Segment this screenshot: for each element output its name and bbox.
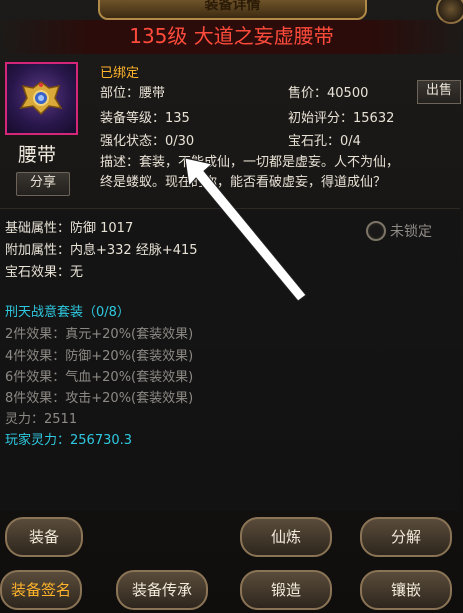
gem-effect: 宝石效果：无	[5, 265, 84, 280]
inlay-button[interactable]: 镶嵌	[360, 570, 452, 610]
equip-level-text: 装备等级：135	[100, 111, 190, 126]
sell-button[interactable]: 出售	[417, 80, 461, 104]
top-banner: 装备详情	[98, 0, 367, 20]
equip-sign-button[interactable]: 装备签名	[0, 570, 82, 610]
decompose-button[interactable]: 分解	[360, 517, 452, 557]
description-line-1: 描述：套装，不能成仙，一切都是虚妄。人不为仙，	[100, 155, 400, 170]
set-title: 刑天战意套装（0/8）	[5, 305, 130, 320]
share-button[interactable]: 分享	[16, 172, 70, 196]
forge-button[interactable]: 锻造	[240, 570, 332, 610]
item-name: 腰带	[18, 144, 57, 166]
equip-inherit-button[interactable]: 装备传承	[116, 570, 208, 610]
description-line-2: 终是蝼蚁。现在的你，能否看破虚妄，得道成仙？	[100, 175, 387, 190]
extra-attribute: 附加属性：内息+332 经脉+415	[5, 243, 198, 258]
initial-score-text: 初始评分：15632	[288, 111, 395, 126]
bound-status: 已绑定	[100, 66, 140, 81]
spirit-value: 灵力：2511	[5, 412, 78, 427]
player-spirit: 玩家灵力：256730.3	[5, 433, 133, 448]
refine-button[interactable]: 仙炼	[240, 517, 332, 557]
gem-slot-text: 宝石孔：0/4	[288, 134, 361, 149]
lock-toggle-icon[interactable]	[366, 221, 386, 241]
price-text: 售价：40500	[288, 86, 369, 101]
item-description: 描述：套装，不能成仙，一切都是虚妄。人不为仙， 终是蝼蚁。现在的你，能否看破虚妄…	[100, 153, 452, 193]
lock-status-label[interactable]: 未锁定	[390, 221, 432, 241]
equipment-detail-panel: 装备详情 135级 大道之妄虚腰带 腰带 分享 已绑定 部位：腰带 装备等级：1…	[0, 0, 463, 613]
slot-text: 部位：腰带	[100, 86, 166, 101]
base-attribute: 基础属性：防御 1017	[5, 221, 134, 236]
enhance-status-text: 强化状态：0/30	[100, 134, 195, 149]
set-effect-4: 4件效果：防御+20%(套装效果)	[5, 349, 194, 364]
item-title: 135级 大道之妄虚腰带	[0, 20, 463, 54]
banner-text: 装备详情	[204, 0, 261, 13]
set-effect-6: 6件效果：气血+20%(套装效果)	[5, 370, 194, 385]
belt-icon	[19, 81, 63, 116]
set-effect-8: 8件效果：攻击+20%(套装效果)	[5, 391, 194, 406]
item-icon-frame	[5, 62, 78, 135]
equip-button[interactable]: 装备	[5, 517, 83, 557]
set-effect-2: 2件效果：真元+20%(套装效果)	[5, 327, 194, 342]
